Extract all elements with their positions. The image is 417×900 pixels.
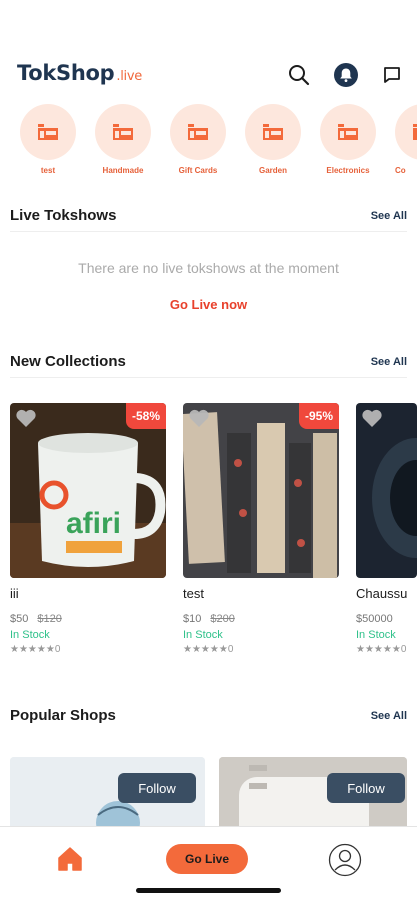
notification-bell-icon[interactable] [333, 62, 359, 88]
favorite-heart-icon[interactable] [361, 408, 383, 428]
shop-card[interactable]: Follow [219, 757, 407, 837]
stock-status: In Stock [356, 629, 396, 641]
product-image[interactable]: afiri -58% [10, 403, 166, 578]
chat-icon[interactable] [379, 62, 405, 88]
app-header: TokShop .live [0, 58, 417, 92]
category-label: test [40, 166, 56, 175]
product-card[interactable]: afiri -58% iii $50 $120 In Stock ★★★★★0 [10, 403, 166, 655]
category-carousel[interactable]: test Handmade Gift Cards Garden Electron… [0, 104, 417, 180]
category-icon [395, 104, 417, 160]
product-image[interactable]: -95% [183, 403, 339, 578]
category-label: Gift Cards [178, 166, 218, 175]
category-icon [95, 104, 151, 160]
see-all-link[interactable]: See All [371, 710, 407, 722]
product-rating: ★★★★★0 [10, 644, 61, 655]
product-price: $50 $120 [10, 613, 166, 625]
svg-text:afiri: afiri [66, 507, 121, 540]
follow-button[interactable]: Follow [327, 773, 405, 803]
category-icon [320, 104, 376, 160]
search-icon[interactable] [286, 62, 312, 88]
favorite-heart-icon[interactable] [15, 408, 37, 428]
see-all-link[interactable]: See All [371, 210, 407, 222]
product-price: $10 $200 [183, 613, 339, 625]
see-all-link[interactable]: See All [371, 356, 407, 368]
category-label: Co [395, 166, 406, 175]
product-image[interactable] [356, 403, 417, 578]
product-rating: ★★★★★0 [183, 644, 234, 655]
home-indicator [136, 888, 281, 893]
product-card[interactable]: Chaussu $50000 In Stock ★★★★★0 [356, 403, 417, 655]
new-collections-header: New Collections See All [10, 349, 407, 373]
category-item[interactable]: Electronics [320, 104, 376, 175]
product-card[interactable]: -95% test $10 $200 In Stock ★★★★★0 [183, 403, 339, 655]
category-item[interactable]: Handmade [95, 104, 151, 175]
product-name: iii [10, 586, 19, 601]
app-logo: TokShop .live [17, 61, 142, 85]
category-item[interactable]: Co [395, 104, 417, 175]
section-title: Popular Shops [10, 707, 116, 724]
live-tokshows-header: Live Tokshows See All [10, 203, 407, 227]
go-live-now-link[interactable]: Go Live now [0, 297, 417, 312]
logo-suffix: .live [116, 69, 142, 84]
profile-icon[interactable] [328, 843, 362, 877]
section-title: New Collections [10, 353, 126, 370]
product-name: test [183, 586, 204, 601]
follow-button[interactable]: Follow [118, 773, 196, 803]
price-current: $50000 [356, 613, 393, 625]
price-current: $50 [10, 613, 29, 625]
category-icon [170, 104, 226, 160]
stock-status: In Stock [183, 629, 223, 641]
product-name: Chaussu [356, 586, 408, 601]
category-label: Handmade [102, 166, 144, 175]
logo-text: TokShop [17, 61, 115, 85]
category-item[interactable]: Garden [245, 104, 301, 175]
stock-status: In Stock [10, 629, 50, 641]
price-current: $10 [183, 613, 202, 625]
category-icon [245, 104, 301, 160]
product-rating: ★★★★★0 [356, 644, 407, 655]
divider [10, 231, 407, 232]
go-live-button[interactable]: Go Live [166, 844, 248, 874]
product-price: $50000 [356, 613, 417, 625]
price-original: $120 [37, 613, 62, 625]
home-icon[interactable] [56, 845, 84, 873]
bottom-navigation: Go Live [0, 826, 417, 900]
category-icon [20, 104, 76, 160]
category-item[interactable]: test [20, 104, 76, 175]
popular-shops-header: Popular Shops See All [10, 703, 407, 727]
category-item[interactable]: Gift Cards [170, 104, 226, 175]
discount-badge: -58% [125, 403, 166, 429]
shop-card[interactable]: Follow [10, 757, 205, 837]
discount-badge: -95% [298, 403, 339, 429]
divider [10, 377, 407, 378]
category-label: Garden [258, 166, 287, 175]
favorite-heart-icon[interactable] [188, 408, 210, 428]
empty-state-message: There are no live tokshows at the moment [78, 260, 339, 276]
category-label: Electronics [326, 166, 370, 175]
section-title: Live Tokshows [10, 207, 117, 224]
price-original: $200 [210, 613, 235, 625]
